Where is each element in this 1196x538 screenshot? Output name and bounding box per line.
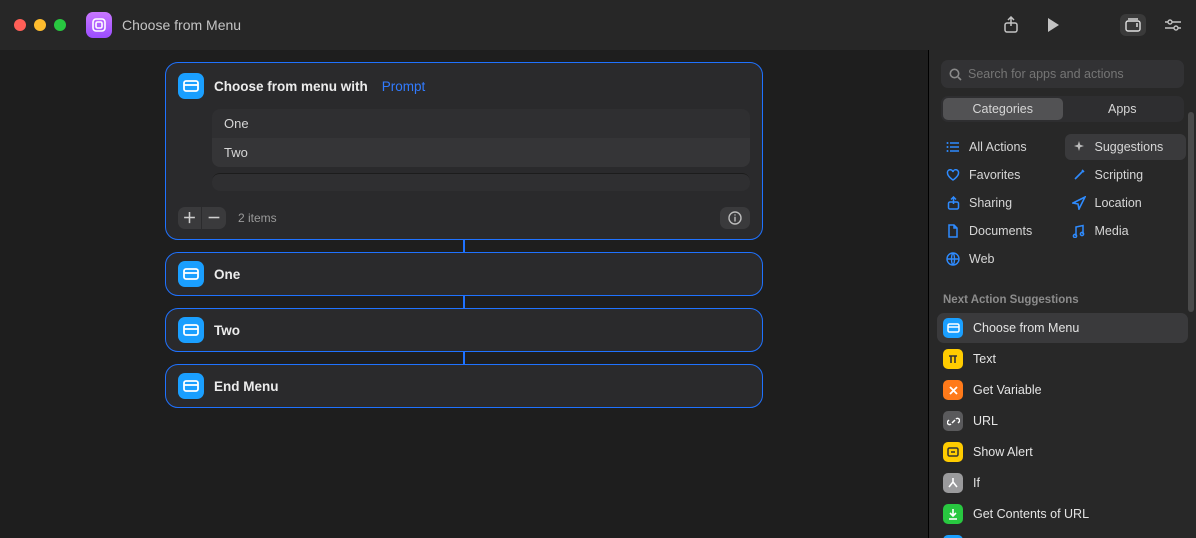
action-title: Choose from menu with <box>214 79 368 94</box>
remove-item-button[interactable]: － <box>202 207 226 229</box>
connector <box>463 296 465 308</box>
cat-label: Sharing <box>969 196 1012 210</box>
suggestion-label: Get Variable <box>973 383 1042 397</box>
share-icon <box>945 195 961 211</box>
category-sharing[interactable]: Sharing <box>939 190 1061 216</box>
list-icon <box>945 139 961 155</box>
case-label: Two <box>214 323 240 338</box>
location-icon <box>1071 195 1087 211</box>
suggestion-icon <box>943 473 963 493</box>
run-button[interactable] <box>1044 16 1062 34</box>
cat-label: All Actions <box>969 140 1027 154</box>
menu-items-list: One Two <box>212 109 750 167</box>
menu-icon <box>178 317 204 343</box>
category-media[interactable]: Media <box>1065 218 1187 244</box>
cat-label: Scripting <box>1095 168 1144 182</box>
suggestions-header: Next Action Suggestions <box>929 284 1196 312</box>
settings-icon[interactable] <box>1164 16 1182 34</box>
suggestion-icon <box>943 442 963 462</box>
cat-label: Web <box>969 252 994 266</box>
window-controls <box>14 19 66 31</box>
category-favorites[interactable]: Favorites <box>939 162 1061 188</box>
category-scripting[interactable]: Scripting <box>1065 162 1187 188</box>
library-sidebar: Categories Apps All Actions Suggestions … <box>928 50 1196 538</box>
cat-label: Location <box>1095 196 1142 210</box>
search-field[interactable] <box>941 60 1184 88</box>
suggestion-icon <box>943 380 963 400</box>
zoom-window-button[interactable] <box>54 19 66 31</box>
tab-categories[interactable]: Categories <box>943 98 1063 120</box>
titlebar: Choose from Menu <box>0 0 1196 50</box>
shortcut-app-icon <box>86 12 112 38</box>
sparkle-icon <box>1071 139 1087 155</box>
menu-case-one[interactable]: One <box>165 252 763 296</box>
document-icon <box>945 223 961 239</box>
category-suggestions[interactable]: Suggestions <box>1065 134 1187 160</box>
suggestion-label: Text <box>973 352 996 366</box>
suggestion-label: Get Contents of URL <box>973 507 1089 521</box>
suggestion-icon <box>943 504 963 524</box>
category-documents[interactable]: Documents <box>939 218 1061 244</box>
suggestion-item[interactable]: URL <box>937 406 1188 436</box>
suggestion-item[interactable]: If <box>937 468 1188 498</box>
suggestion-item[interactable]: Text <box>937 344 1188 374</box>
menu-item-row[interactable]: Two <box>212 138 750 167</box>
suggestion-icon <box>943 349 963 369</box>
suggestion-item[interactable]: Choose from Menu <box>937 313 1188 343</box>
globe-icon <box>945 251 961 267</box>
suggestion-item[interactable]: Get Contents of URL <box>937 499 1188 529</box>
workflow-canvas[interactable]: Choose from menu with Prompt One Two ＋ －… <box>0 50 928 538</box>
end-menu-block[interactable]: End Menu <box>165 364 763 408</box>
suggestion-icon <box>943 411 963 431</box>
library-toggle-button[interactable] <box>1120 14 1146 36</box>
share-button[interactable] <box>1002 16 1020 34</box>
suggestions-list: Choose from Menu Text Get Variable URL Show … <box>929 312 1196 538</box>
minimize-window-button[interactable] <box>34 19 46 31</box>
sidebar-scrollbar[interactable] <box>1188 112 1194 312</box>
connector <box>463 240 465 252</box>
case-label: One <box>214 267 240 282</box>
suggestion-label: URL <box>973 414 998 428</box>
music-icon <box>1071 223 1087 239</box>
choose-from-menu-action[interactable]: Choose from menu with Prompt One Two ＋ －… <box>165 62 763 240</box>
cat-label: Favorites <box>969 168 1020 182</box>
suggestion-label: If <box>973 476 980 490</box>
close-window-button[interactable] <box>14 19 26 31</box>
cat-label: Suggestions <box>1095 140 1164 154</box>
library-mode-segment[interactable]: Categories Apps <box>941 96 1184 122</box>
category-location[interactable]: Location <box>1065 190 1187 216</box>
suggestion-icon <box>943 318 963 338</box>
item-dropzone[interactable] <box>212 173 750 191</box>
menu-case-two[interactable]: Two <box>165 308 763 352</box>
item-count-label: 2 items <box>238 211 277 225</box>
suggestion-label: Choose from Menu <box>973 321 1079 335</box>
connector <box>463 352 465 364</box>
menu-icon <box>178 73 204 99</box>
heart-icon <box>945 167 961 183</box>
cat-label: Media <box>1095 224 1129 238</box>
category-all-actions[interactable]: All Actions <box>939 134 1061 160</box>
menu-icon <box>178 373 204 399</box>
add-item-button[interactable]: ＋ <box>178 207 202 229</box>
tab-apps[interactable]: Apps <box>1063 98 1183 120</box>
info-button[interactable] <box>720 207 750 229</box>
menu-icon <box>178 261 204 287</box>
prompt-token[interactable]: Prompt <box>382 79 426 94</box>
search-icon <box>949 68 962 81</box>
window-title: Choose from Menu <box>122 17 241 33</box>
menu-item-row[interactable]: One <box>212 109 750 138</box>
category-web[interactable]: Web <box>939 246 1061 272</box>
wand-icon <box>1071 167 1087 183</box>
search-input[interactable] <box>968 67 1176 81</box>
suggestion-item[interactable]: Show Alert <box>937 437 1188 467</box>
suggestion-item[interactable]: Get Variable <box>937 375 1188 405</box>
cat-label: Documents <box>969 224 1032 238</box>
end-menu-label: End Menu <box>214 379 279 394</box>
suggestion-item[interactable]: Ask for Input <box>937 530 1188 538</box>
suggestion-label: Show Alert <box>973 445 1033 459</box>
